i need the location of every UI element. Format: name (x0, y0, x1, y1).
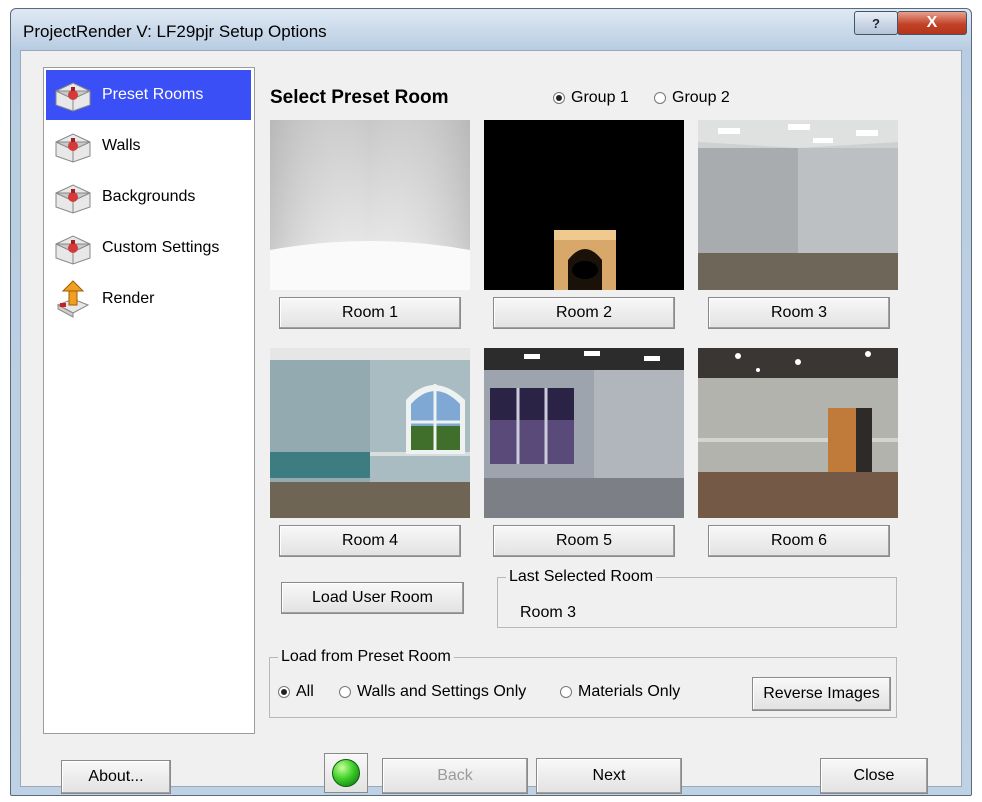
window-close-button[interactable]: X (897, 11, 967, 35)
room-5-button[interactable]: Room 5 (493, 525, 675, 557)
room-icon (50, 177, 96, 217)
radio-unchecked-icon (560, 686, 572, 698)
group-1-label: Group 1 (571, 89, 629, 106)
last-selected-room-legend: Last Selected Room (509, 568, 654, 585)
close-icon: X (926, 14, 938, 31)
render-icon (50, 279, 96, 319)
room-3-button[interactable]: Room 3 (708, 297, 890, 329)
walls-and-settings-only-label: Walls and Settings Only (357, 683, 527, 700)
materials-only-radio[interactable]: Materials Only (560, 683, 680, 701)
sidebar-item-backgrounds[interactable]: Backgrounds (46, 172, 251, 222)
last-selected-room-value: Room 3 (520, 604, 577, 621)
room-5-thumbnail[interactable] (484, 348, 684, 518)
room-icon (50, 126, 96, 166)
setup-options-window: ProjectRender V: LF29pjr Setup Options ?… (10, 8, 972, 796)
radio-checked-icon (553, 92, 565, 104)
last-selected-room-group: Last Selected Room Room 3 (497, 568, 897, 628)
group-2-radio[interactable]: Group 2 (654, 89, 730, 107)
sidebar-item-walls[interactable]: Walls (46, 121, 251, 171)
window-title: ProjectRender V: LF29pjr Setup Options (23, 22, 327, 41)
sidebar-item-label: Preset Rooms (102, 86, 204, 103)
sidebar-item-label: Backgrounds (102, 188, 196, 205)
room-1-thumbnail[interactable] (270, 120, 470, 290)
sidebar-item-preset-rooms[interactable]: Preset Rooms (46, 70, 251, 120)
help-button[interactable]: ? (854, 11, 898, 35)
green-light-icon (332, 759, 360, 787)
sidebar-item-custom-settings[interactable]: Custom Settings (46, 223, 251, 273)
radio-checked-icon (278, 686, 290, 698)
room-3-thumbnail[interactable] (698, 120, 898, 290)
group-2-label: Group 2 (672, 89, 730, 106)
walls-and-settings-only-radio[interactable]: Walls and Settings Only (339, 683, 526, 701)
close-button[interactable]: Close (820, 758, 928, 794)
next-button[interactable]: Next (536, 758, 682, 794)
sidebar: Preset Rooms Walls Backgrounds Custom Se… (43, 67, 255, 734)
materials-only-label: Materials Only (578, 683, 681, 700)
load-from-preset-room-legend: Load from Preset Room (281, 648, 451, 665)
back-button[interactable]: Back (382, 758, 528, 794)
load-all-label: All (296, 683, 314, 700)
dialog-client-area: Preset Rooms Walls Backgrounds Custom Se… (20, 50, 962, 794)
room-icon (50, 75, 96, 115)
room-icon (50, 228, 96, 268)
room-2-button[interactable]: Room 2 (493, 297, 675, 329)
status-light-button[interactable] (324, 753, 368, 793)
sidebar-item-label: Custom Settings (102, 239, 220, 256)
room-2-thumbnail[interactable] (484, 120, 684, 290)
room-4-button[interactable]: Room 4 (279, 525, 461, 557)
room-4-thumbnail[interactable] (270, 348, 470, 518)
group-1-radio[interactable]: Group 1 (553, 89, 629, 107)
page-title: Select Preset Room (270, 87, 449, 108)
room-6-thumbnail[interactable] (698, 348, 898, 518)
sidebar-item-label: Render (102, 290, 155, 307)
room-1-button[interactable]: Room 1 (279, 297, 461, 329)
about-button[interactable]: About... (61, 760, 171, 794)
load-all-radio[interactable]: All (278, 683, 314, 701)
reverse-images-button[interactable]: Reverse Images (752, 677, 891, 711)
title-bar: ProjectRender V: LF29pjr Setup Options ?… (11, 9, 971, 51)
room-6-button[interactable]: Room 6 (708, 525, 890, 557)
sidebar-item-render[interactable]: Render (46, 274, 251, 324)
sidebar-item-label: Walls (102, 137, 141, 154)
help-icon: ? (872, 15, 880, 31)
radio-unchecked-icon (654, 92, 666, 104)
radio-unchecked-icon (339, 686, 351, 698)
load-user-room-button[interactable]: Load User Room (281, 582, 464, 614)
